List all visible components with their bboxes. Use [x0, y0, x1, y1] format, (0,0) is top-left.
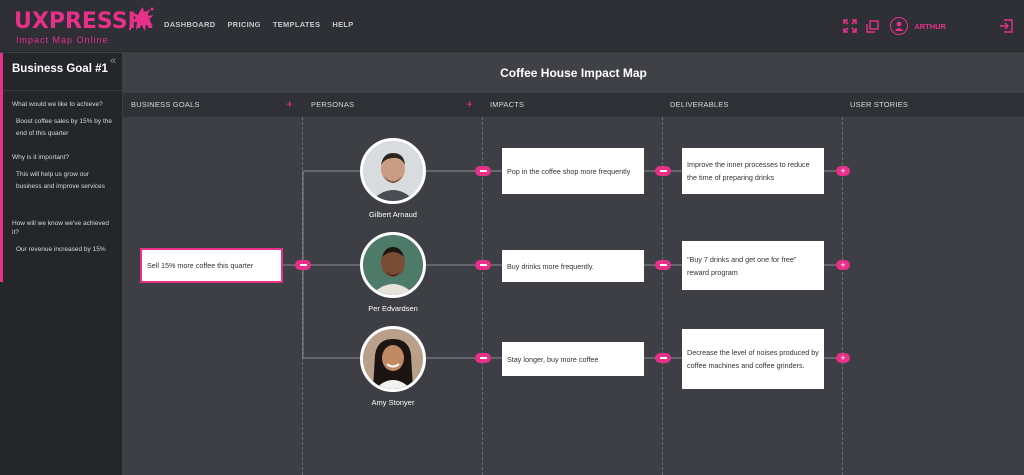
person-photo-icon: [363, 329, 423, 389]
deliverable-card[interactable]: "Buy 7 drinks and get one for free" rewa…: [682, 241, 824, 290]
collapse-persona-button[interactable]: [475, 353, 491, 363]
person-photo-icon: [363, 235, 423, 295]
impact-card[interactable]: Stay longer, buy more coffee: [502, 342, 644, 376]
deliverable-text: "Buy 7 drinks and get one for free" rewa…: [687, 254, 797, 277]
impact-card[interactable]: Buy drinks more frequently.: [502, 250, 644, 282]
persona-name: Per Edvardsen: [368, 304, 418, 313]
persona-name: Gilbert Arnaud: [369, 210, 417, 219]
collapse-impact-button[interactable]: [655, 166, 671, 176]
connector-lines: [283, 170, 836, 359]
add-user-story-button[interactable]: +: [836, 260, 850, 270]
persona-name: Amy Stonyer: [371, 398, 415, 407]
collapse-persona-button[interactable]: [475, 260, 491, 270]
collapse-goal-button[interactable]: [295, 260, 311, 270]
deliverable-text: Decrease the level of noises produced by…: [687, 348, 819, 370]
collapse-persona-button[interactable]: [475, 166, 491, 176]
collapse-impact-button[interactable]: [655, 260, 671, 270]
business-goal-text: Sell 15% more coffee this quarter: [147, 261, 254, 270]
impact-text: Buy drinks more frequently.: [507, 261, 594, 271]
impact-card[interactable]: Pop in the coffee shop more frequently: [502, 148, 644, 194]
business-goal-card[interactable]: Sell 15% more coffee this quarter: [140, 248, 283, 283]
collapse-impact-button[interactable]: [655, 353, 671, 363]
deliverable-text: Improve the inner processes to reduce th…: [687, 160, 810, 182]
add-user-story-button[interactable]: +: [836, 353, 850, 363]
impact-text: Stay longer, buy more coffee: [507, 354, 599, 364]
deliverable-card[interactable]: Decrease the level of noises produced by…: [682, 329, 824, 389]
persona-avatar[interactable]: [360, 326, 426, 392]
persona-avatar[interactable]: [360, 232, 426, 298]
person-photo-icon: [363, 141, 423, 201]
deliverable-card[interactable]: Improve the inner processes to reduce th…: [682, 148, 824, 194]
add-user-story-button[interactable]: +: [836, 166, 850, 176]
impact-text: Pop in the coffee shop more frequently: [507, 166, 631, 176]
persona-avatar[interactable]: [360, 138, 426, 204]
